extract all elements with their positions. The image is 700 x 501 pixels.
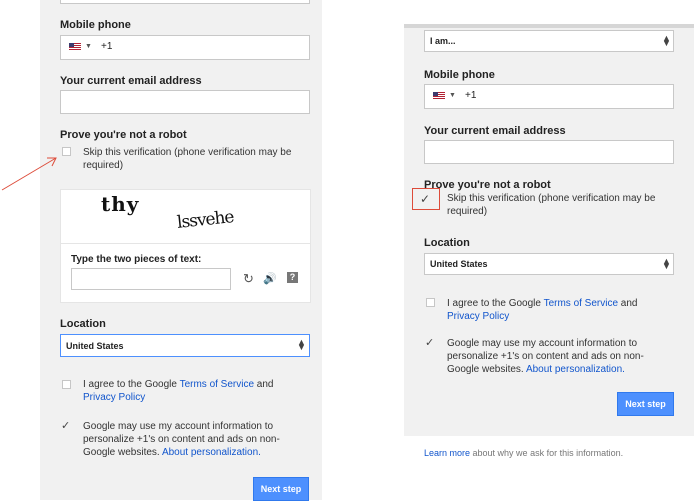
captcha-word-1: thy bbox=[101, 192, 140, 216]
email-label: Your current email address bbox=[424, 125, 566, 137]
footer-text: Learn more about why we ask for this inf… bbox=[424, 448, 624, 458]
checkmark-icon[interactable]: ✓ bbox=[61, 419, 70, 432]
select-arrows-icon: ▲ ▼ bbox=[662, 33, 671, 48]
us-flag-icon[interactable] bbox=[433, 92, 445, 100]
location-select[interactable]: United States ▲ ▼ bbox=[60, 334, 310, 357]
agree-tos-checkbox[interactable] bbox=[62, 380, 71, 389]
captcha-input[interactable] bbox=[71, 268, 231, 290]
skip-verification-text: Skip this verification (phone verificati… bbox=[83, 147, 292, 171]
refresh-icon[interactable]: ↻ bbox=[243, 271, 254, 287]
location-label: Location bbox=[60, 318, 106, 330]
about-personalization-link[interactable]: About personalization. bbox=[162, 447, 261, 458]
privacy-policy-link[interactable]: Privacy Policy bbox=[83, 392, 145, 403]
select-arrows-icon: ▲ ▼ bbox=[662, 256, 671, 271]
checkmark-icon[interactable]: ✓ bbox=[420, 192, 430, 206]
checkmark-icon[interactable]: ✓ bbox=[425, 336, 434, 349]
captcha-box: thy lssvehe Type the two pieces of text:… bbox=[60, 189, 311, 303]
signup-form-right: I am... ▲ ▼ Mobile phone ▼ +1 Your curren… bbox=[404, 24, 694, 436]
email-input[interactable] bbox=[424, 140, 674, 164]
agree-tos-text: I agree to the Google Terms of Service a… bbox=[83, 379, 274, 403]
agree-tos-text: I agree to the Google Terms of Service a… bbox=[447, 298, 638, 322]
about-personalization-link[interactable]: About personalization. bbox=[526, 364, 625, 375]
mobile-phone-label: Mobile phone bbox=[424, 69, 495, 81]
skip-verification-text: Skip this verification (phone verificati… bbox=[447, 193, 656, 217]
iam-select[interactable]: I am... ▲ ▼ bbox=[424, 30, 674, 52]
next-step-button[interactable]: Next step bbox=[253, 477, 309, 501]
us-flag-icon[interactable] bbox=[69, 43, 81, 51]
previous-field-edge bbox=[60, 0, 310, 4]
location-value: United States bbox=[430, 259, 488, 269]
chevron-down-icon[interactable]: ▼ bbox=[449, 92, 456, 99]
location-select[interactable]: United States ▲ ▼ bbox=[424, 253, 674, 275]
captcha-word-2: lssvehe bbox=[176, 207, 235, 233]
select-arrows-icon: ▲ ▼ bbox=[297, 337, 306, 352]
phone-prefix: +1 bbox=[465, 90, 477, 101]
signup-form-left: Mobile phone ▼ +1 Your current email add… bbox=[40, 0, 322, 501]
mobile-phone-input[interactable]: ▼ +1 bbox=[424, 84, 674, 109]
iam-value: I am... bbox=[430, 36, 456, 46]
terms-of-service-link[interactable]: Terms of Service bbox=[544, 298, 618, 309]
phone-prefix: +1 bbox=[101, 41, 113, 52]
annotation-arrow bbox=[1, 157, 57, 191]
help-icon[interactable]: ? bbox=[287, 272, 298, 283]
email-label: Your current email address bbox=[60, 75, 202, 87]
terms-of-service-link[interactable]: Terms of Service bbox=[180, 379, 254, 390]
location-label: Location bbox=[424, 237, 470, 249]
mobile-phone-input[interactable]: ▼ +1 bbox=[60, 35, 310, 60]
agree-tos-checkbox[interactable] bbox=[426, 298, 435, 307]
location-value: United States bbox=[66, 341, 124, 351]
personalize-text: Google may use my account information to… bbox=[83, 421, 280, 458]
captcha-divider bbox=[61, 243, 310, 244]
mobile-phone-label: Mobile phone bbox=[60, 19, 131, 31]
captcha-prompt: Type the two pieces of text: bbox=[71, 254, 202, 265]
chevron-down-icon[interactable]: ▼ bbox=[85, 43, 92, 50]
email-input[interactable] bbox=[60, 90, 310, 114]
audio-icon[interactable]: 🔊 bbox=[263, 272, 277, 285]
next-step-button[interactable]: Next step bbox=[617, 392, 674, 416]
robot-label: Prove you're not a robot bbox=[424, 179, 551, 191]
personalize-text: Google may use my account information to… bbox=[447, 338, 644, 375]
privacy-policy-link[interactable]: Privacy Policy bbox=[447, 311, 509, 322]
robot-label: Prove you're not a robot bbox=[60, 129, 187, 141]
learn-more-link[interactable]: Learn more bbox=[424, 448, 470, 458]
